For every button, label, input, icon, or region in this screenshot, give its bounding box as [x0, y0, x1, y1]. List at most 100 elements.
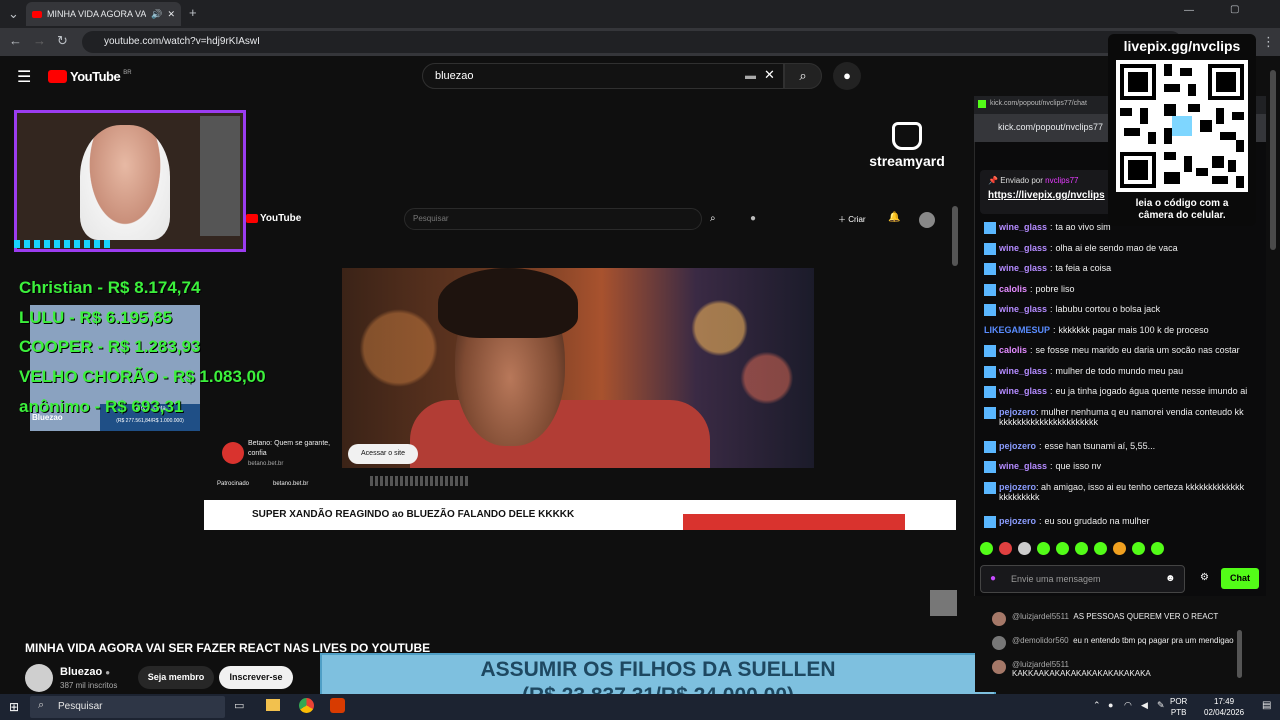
emote-icon[interactable]: [1132, 542, 1145, 555]
windows-start-icon[interactable]: ⊞: [9, 700, 19, 714]
notification-icon[interactable]: ▤: [1262, 700, 1271, 711]
new-tab-icon[interactable]: +: [189, 5, 197, 20]
tray-chevron-icon[interactable]: ⌃: [1093, 700, 1101, 711]
browser-tab[interactable]: MINHA VIDA AGORA VAI SE 🔊 ✕: [26, 2, 181, 26]
ad-disclaimer: [370, 476, 470, 486]
youtube-logo[interactable]: YouTube BR: [48, 69, 132, 84]
emote-icon[interactable]: [1075, 542, 1088, 555]
inner-mic-icon: ●: [750, 213, 757, 224]
app-icon[interactable]: [330, 698, 345, 713]
ad-cta-button: Acessar o site: [348, 444, 418, 464]
donor-item: VELHO CHORÃO - R$ 1.083,00: [19, 367, 266, 386]
kick-favicon-icon: [978, 100, 986, 108]
inner-avatar: [919, 212, 935, 228]
chat-message: wine_glass: mulher de todo mundo meu pau: [984, 365, 1246, 387]
back-icon[interactable]: ←: [9, 33, 22, 48]
chat-send-button[interactable]: Chat: [1221, 568, 1259, 589]
donor-item: anônimo - R$ 693,31: [19, 397, 184, 416]
settings-gear-icon[interactable]: ⚙: [1200, 572, 1209, 583]
emote-icon[interactable]: [980, 542, 993, 555]
keyboard-icon[interactable]: ▬: [745, 70, 756, 82]
streamyard-logo: streamyard: [862, 122, 952, 169]
forward-icon[interactable]: →: [33, 33, 46, 48]
task-view-icon[interactable]: ▭: [234, 699, 244, 712]
webcam-monitor: [200, 116, 240, 236]
inner-bell-icon: 🔔: [888, 212, 901, 223]
search-icon: ⌕: [799, 68, 807, 83]
miniplayer-thumbnail[interactable]: [930, 590, 957, 616]
streamyard-bag-icon: [892, 122, 922, 150]
donor-item: LULU - R$ 6.195,85: [19, 308, 173, 327]
tab-close-icon[interactable]: ✕: [167, 9, 175, 20]
chat-message: calolis: se fosse meu marido eu daria um …: [984, 345, 1246, 366]
emote-icon[interactable]: [1018, 542, 1031, 555]
yt-chat-avatar: [992, 636, 1006, 650]
chat-message: wine_glass: eu ja tinha jogado água quent…: [984, 386, 1247, 407]
qr-title: livepix.gg/nvclips: [1123, 38, 1241, 54]
chat-message: pejozero: esse han tsunami aí, 5,55...: [984, 440, 1246, 462]
youtube-chat-list: @luizjardel5511 AS PESSOAS QUEREM VER O …: [992, 612, 1242, 684]
taskbar-search-icon: ⌕: [38, 699, 45, 711]
video-person-hair: [438, 268, 578, 338]
page-scrollbar[interactable]: [1270, 70, 1276, 250]
menu-icon[interactable]: ☰: [17, 67, 31, 87]
speaker-icon[interactable]: 🔊: [151, 9, 162, 20]
subscribe-button[interactable]: Inscrever-se: [219, 666, 293, 689]
browser-menu-icon[interactable]: ⋮: [1262, 34, 1275, 50]
yt-chat-avatar: [992, 612, 1006, 626]
taskbar-search[interactable]: Pesquisar: [30, 696, 225, 718]
badge-icon: [984, 386, 996, 398]
mic-icon: ●: [843, 68, 851, 83]
channel-name[interactable]: Bluezao ●: [60, 666, 110, 678]
chat-message: wine_glass: olha ai ele sendo mao de vaca: [984, 242, 1246, 264]
chrome-icon[interactable]: [299, 698, 314, 713]
chat-message: wine_glass: ta feia a coisa: [984, 263, 1246, 284]
badge-icon: [984, 222, 996, 234]
emote-icon[interactable]: [999, 542, 1012, 555]
mic-icon[interactable]: ●: [990, 573, 996, 584]
url-field[interactable]: youtube.com/watch?v=hdj9rKIAswI: [82, 31, 1182, 53]
chat-message: pejozero: ah amigao, isso ai eu tenho ce…: [984, 481, 1246, 516]
join-button[interactable]: Seja membro: [138, 666, 214, 689]
maximize-icon[interactable]: ▢: [1230, 4, 1239, 15]
emote-icon[interactable]: [1056, 542, 1069, 555]
clock[interactable]: 17:49 02/04/2026: [1204, 696, 1244, 718]
chat-message-list: wine_glass: ta ao vivo sim wine_glass: olh…: [984, 222, 1247, 537]
minimize-icon[interactable]: —: [1184, 5, 1194, 16]
yt-chat-scrollbar[interactable]: [1237, 630, 1242, 678]
file-explorer-icon[interactable]: [266, 699, 280, 711]
badge-icon: [984, 263, 996, 275]
chat-message-input[interactable]: Envie uma mensagem: [980, 565, 1185, 593]
wifi-icon[interactable]: ◠: [1124, 700, 1132, 711]
badge-icon: [984, 345, 996, 357]
badge-icon: [984, 406, 996, 419]
sponsored-label: Patrocinado: [217, 481, 250, 487]
search-value: bluezao: [435, 70, 474, 82]
channel-avatar[interactable]: [25, 664, 53, 692]
emote-icon[interactable]: [1094, 542, 1107, 555]
video-person-shirt: [410, 400, 710, 468]
emote-icon[interactable]: [1037, 542, 1050, 555]
search-button[interactable]: ⌕: [784, 63, 822, 89]
tab-list-icon[interactable]: ⌄: [8, 6, 19, 22]
reload-icon[interactable]: ↻: [57, 33, 68, 49]
badge-icon: [984, 242, 996, 255]
chat-message: pejozero: eu sou grudado na mulher: [984, 515, 1246, 537]
tray-mic-icon[interactable]: ●: [1108, 700, 1113, 710]
qr-code: [1116, 60, 1248, 192]
clear-search-icon[interactable]: ✕: [764, 67, 775, 83]
emote-icon[interactable]: [1113, 542, 1126, 555]
search-input[interactable]: bluezao: [422, 63, 784, 89]
emote-icon[interactable]: [1151, 542, 1164, 555]
chat-message: calolis: pobre liso: [984, 283, 1246, 305]
emoji-icon[interactable]: ☻: [1165, 573, 1176, 584]
badge-icon: [984, 461, 996, 473]
inner-scrollbar: [952, 206, 958, 266]
chat-message: wine_glass: labubu cortou o bolsa jack: [984, 304, 1246, 325]
pen-icon[interactable]: ✎: [1157, 700, 1165, 711]
language-indicator[interactable]: POR PTB: [1170, 696, 1187, 718]
volume-icon[interactable]: ◀: [1141, 700, 1148, 711]
badge-icon: [984, 365, 996, 378]
inner-youtube-logo: YouTube: [246, 213, 301, 224]
voice-search-button[interactable]: ●: [833, 62, 861, 90]
